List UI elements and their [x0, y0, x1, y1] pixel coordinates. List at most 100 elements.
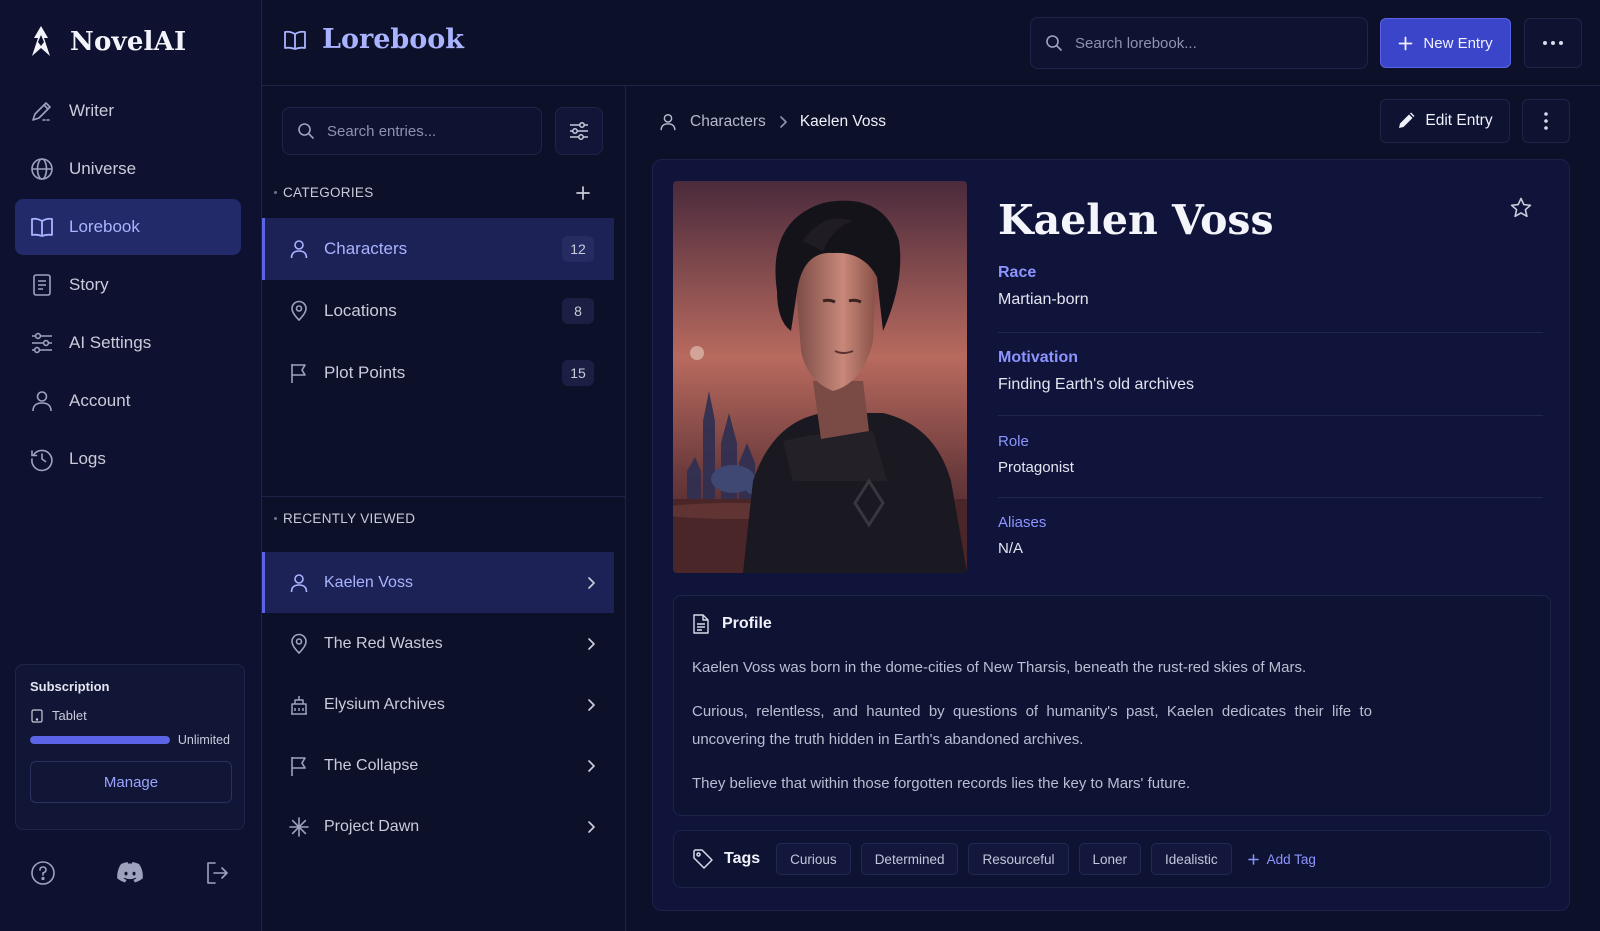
subscription-plan-name: Tablet: [52, 708, 87, 723]
recent-heading: RECENTLY VIEWED: [274, 511, 415, 526]
add-category-icon[interactable]: [576, 186, 590, 200]
chevron-right-icon: [780, 116, 787, 128]
recent-label: Project Dawn: [324, 817, 420, 835]
nav-item-lorebook[interactable]: Lorebook: [15, 199, 241, 255]
nav-label: Writer: [69, 101, 115, 120]
attribute-label: Race: [998, 264, 1037, 281]
edit-entry-button[interactable]: Edit Entry: [1380, 99, 1510, 143]
attribute-value: Finding Earth's old archives: [998, 376, 1195, 393]
heading-dot: [274, 191, 277, 194]
recent-item-project-dawn[interactable]: Project Dawn: [262, 796, 614, 857]
recently-viewed-list: Kaelen Voss The Red Wastes Elysium Archi…: [262, 552, 614, 857]
profile-section: Profile Kaelen Voss was born in the dome…: [673, 595, 1551, 816]
usage-label: Unlimited: [177, 733, 230, 747]
globe-icon: [31, 158, 53, 180]
book-icon: [31, 217, 53, 237]
lorebook-search[interactable]: [1030, 17, 1368, 69]
app-logo[interactable]: NovelAI: [28, 26, 186, 58]
attribute-aliases: Aliases N/A: [998, 498, 1543, 557]
category-item-locations[interactable]: Locations 8: [262, 280, 614, 342]
lorebook-search-input[interactable]: [1075, 34, 1335, 52]
recent-item-the-red-wastes[interactable]: The Red Wastes: [262, 613, 614, 674]
nav-label: Logs: [69, 449, 106, 468]
logout-icon[interactable]: [204, 860, 230, 886]
document-icon: [33, 274, 51, 296]
entry-search[interactable]: [282, 107, 542, 155]
category-label: Characters: [324, 239, 408, 258]
tag-chip[interactable]: Idealistic: [1151, 843, 1232, 875]
usage-bar-fill: [30, 736, 170, 744]
nav-item-account[interactable]: Account: [15, 373, 241, 429]
chevron-right-icon: [588, 576, 595, 589]
history-icon: [31, 449, 53, 472]
favorite-star-icon[interactable]: [1509, 196, 1533, 220]
book-icon: [284, 30, 306, 50]
nav-label: Universe: [69, 159, 137, 178]
add-tag-button[interactable]: Add Tag: [1247, 852, 1316, 867]
categories-heading-text: CATEGORIES: [283, 185, 374, 200]
recent-heading-text: RECENTLY VIEWED: [283, 511, 416, 526]
pin-icon: [291, 633, 307, 654]
tag-chip[interactable]: Curious: [776, 843, 851, 875]
sidebar: NovelAI Writer Universe Lorebook Story A…: [0, 0, 262, 931]
nav-label: Story: [69, 275, 109, 294]
user-icon: [290, 240, 308, 259]
filter-sliders-icon: [570, 122, 588, 140]
tag-chip[interactable]: Resourceful: [968, 843, 1069, 875]
nav-item-universe[interactable]: Universe: [15, 141, 241, 197]
recent-label: The Red Wastes: [324, 634, 443, 652]
profile-heading: Profile: [692, 614, 772, 634]
categories-heading: CATEGORIES: [274, 185, 374, 200]
chevron-right-icon: [588, 698, 595, 711]
tablet-icon: [31, 708, 43, 723]
attribute-label: Aliases: [998, 514, 1047, 531]
more-options-button[interactable]: [1524, 18, 1582, 68]
profile-text: Kaelen Voss was born in the dome-cities …: [692, 654, 1372, 814]
tags-section: Tags Curious Determined Resourceful Lone…: [673, 830, 1551, 888]
recent-item-elysium-archives[interactable]: Elysium Archives: [262, 674, 614, 735]
breadcrumb-parent[interactable]: Characters: [690, 113, 766, 131]
pin-icon: [291, 300, 307, 322]
filter-button[interactable]: [555, 107, 603, 155]
nav-item-ai-settings[interactable]: AI Settings: [15, 315, 241, 371]
pencil-icon: [1399, 112, 1415, 128]
nav-label: Lorebook: [69, 217, 140, 236]
breadcrumb: Characters Kaelen Voss: [658, 112, 886, 132]
recent-item-the-collapse[interactable]: The Collapse: [262, 735, 614, 796]
sparkle-icon: [289, 816, 309, 837]
chevron-right-icon: [588, 820, 595, 833]
nav-item-writer[interactable]: Writer: [15, 83, 241, 139]
nav-item-logs[interactable]: Logs: [15, 431, 241, 487]
edit-entry-label: Edit Entry: [1425, 112, 1493, 129]
nav-item-story[interactable]: Story: [15, 257, 241, 313]
heading-dot: [274, 517, 277, 520]
category-item-characters[interactable]: Characters 12: [262, 218, 614, 280]
manage-subscription-button[interactable]: Manage: [30, 761, 232, 803]
character-portrait: [673, 181, 967, 573]
entry-menu-button[interactable]: [1522, 99, 1570, 143]
more-vertical-icon: [1544, 112, 1548, 130]
tag-chip[interactable]: Loner: [1078, 843, 1142, 875]
nav-label: AI Settings: [69, 333, 152, 352]
category-count: 8: [562, 298, 594, 324]
attribute-label: Motivation: [998, 349, 1078, 366]
profile-paragraph: Curious, relentless, and haunted by ques…: [692, 703, 1372, 748]
tag-chip[interactable]: Determined: [860, 843, 959, 875]
tags-heading: Tags: [724, 850, 761, 867]
attribute-race: Race Martian-born: [998, 264, 1543, 333]
category-item-plot-points[interactable]: Plot Points 15: [262, 342, 614, 404]
subscription-usage: Unlimited: [30, 733, 230, 747]
discord-icon[interactable]: [115, 860, 145, 886]
entry-detail: Characters Kaelen Voss Edit Entry Kaelen…: [626, 86, 1600, 931]
character-portrait-image: [673, 181, 967, 573]
top-bar: Lorebook New Entry: [262, 0, 1600, 86]
plus-icon: [1399, 36, 1413, 50]
attribute-motivation: Motivation Finding Earth's old archives: [998, 333, 1543, 416]
help-icon[interactable]: [30, 860, 56, 886]
recent-item-kaelen-voss[interactable]: Kaelen Voss: [262, 552, 614, 613]
subscription-title: Subscription: [30, 679, 110, 694]
main-nav: Writer Universe Lorebook Story AI Settin…: [15, 83, 241, 489]
new-entry-button[interactable]: New Entry: [1380, 18, 1511, 68]
entry-search-input[interactable]: [327, 122, 527, 140]
attribute-value: N/A: [998, 540, 1024, 557]
